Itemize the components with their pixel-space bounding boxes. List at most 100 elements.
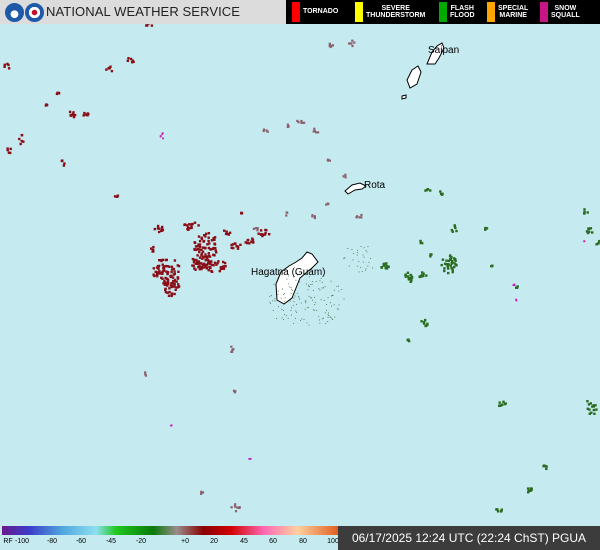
echo-cell	[193, 247, 196, 251]
echo-cell	[363, 247, 365, 249]
echo-cell	[407, 277, 410, 280]
echo-cell	[277, 290, 279, 292]
echo-cell	[587, 227, 590, 230]
radar-map[interactable]: Saipan Rota Hagatna (Guam)	[0, 0, 600, 550]
echo-cell	[235, 506, 238, 509]
place-label-hagatna: Hagatna (Guam)	[251, 267, 325, 278]
echo-cell	[156, 224, 160, 228]
legend-label: SEVERE THUNDERSTORM	[366, 4, 426, 19]
legend-label: SNOW SQUALL	[551, 4, 580, 19]
echo-cell	[298, 295, 300, 297]
echo-cell	[234, 503, 237, 506]
echo-cell	[173, 283, 176, 286]
echo-cell	[212, 238, 215, 241]
echo-cell	[293, 297, 295, 299]
echo-cell	[200, 237, 204, 241]
echo-cell	[230, 345, 233, 348]
echo-cell	[174, 288, 177, 291]
echo-cell	[274, 298, 276, 300]
echo-cell	[300, 119, 303, 123]
echo-cell	[356, 254, 358, 256]
echo-cell	[260, 233, 264, 236]
echo-cell	[307, 289, 309, 291]
echo-cell	[326, 310, 327, 311]
echo-cell	[289, 300, 291, 302]
echo-cell	[441, 258, 445, 261]
echo-cell	[455, 229, 458, 233]
echo-cell	[283, 301, 285, 303]
echo-cell	[161, 258, 165, 262]
echo-cell	[293, 323, 295, 324]
echo-cell	[166, 291, 169, 294]
echo-cell	[161, 263, 164, 266]
echo-cell	[331, 295, 332, 297]
echo-cell	[186, 224, 189, 227]
echo-cell	[358, 261, 360, 262]
echo-cell	[336, 308, 338, 310]
echo-cell	[327, 297, 329, 299]
echo-cell	[171, 285, 174, 288]
echo-cell	[296, 303, 297, 305]
echo-cell	[327, 321, 329, 322]
echo-cell	[105, 68, 108, 71]
scale-tick-label: +0	[181, 538, 189, 545]
echo-cell	[287, 317, 289, 319]
echo-cell	[305, 299, 307, 301]
echo-cell	[270, 295, 272, 296]
echo-cell	[172, 273, 176, 276]
echo-cell	[223, 229, 226, 232]
echo-cell	[144, 374, 147, 377]
echo-cell	[328, 315, 330, 316]
echo-cell	[223, 261, 227, 265]
echo-cell	[200, 267, 203, 271]
echo-cell	[529, 489, 532, 492]
echo-cell	[330, 280, 332, 282]
echo-cell	[144, 371, 147, 374]
echo-cell	[208, 255, 212, 258]
echo-cell	[360, 246, 362, 247]
echo-cell	[326, 158, 330, 161]
echo-cell	[527, 491, 530, 494]
echo-cell	[586, 400, 589, 403]
echo-cell	[165, 270, 168, 273]
echo-cell	[177, 270, 180, 273]
echo-cell	[201, 264, 204, 267]
echo-cell	[207, 236, 210, 239]
echo-cell	[295, 279, 297, 281]
echo-cell	[208, 262, 211, 265]
echo-cell	[324, 286, 326, 288]
echo-cell	[312, 299, 313, 301]
echo-cell	[498, 404, 501, 407]
echo-cell	[240, 211, 243, 215]
scale-tick-label: -20	[135, 538, 147, 545]
echo-cell	[372, 267, 374, 269]
echo-cell	[166, 280, 169, 283]
echo-cell	[542, 465, 545, 468]
echo-cell	[429, 255, 432, 258]
echo-cell	[162, 267, 165, 270]
echo-cell	[291, 314, 292, 316]
echo-cell	[588, 230, 591, 233]
echo-cell	[252, 227, 255, 230]
echo-cell	[308, 324, 310, 326]
echo-cell	[318, 319, 320, 321]
echo-cell	[353, 41, 356, 44]
echo-cell	[172, 267, 176, 271]
echo-cell	[173, 259, 177, 262]
echo-cell	[455, 264, 458, 267]
echo-cell	[362, 254, 364, 256]
echo-cell	[256, 227, 259, 230]
echo-cell	[424, 189, 427, 192]
echo-cell	[9, 151, 12, 155]
echo-cell	[203, 256, 206, 259]
echo-cell	[284, 297, 286, 299]
echo-cell	[209, 248, 213, 251]
echo-cell	[404, 273, 407, 277]
echo-cell	[588, 412, 591, 415]
echo-cell	[197, 266, 200, 269]
echo-cell	[296, 311, 297, 313]
echo-cell	[173, 280, 176, 283]
echo-cell	[126, 59, 129, 62]
echo-cell	[248, 242, 251, 245]
echo-cell	[83, 111, 86, 115]
